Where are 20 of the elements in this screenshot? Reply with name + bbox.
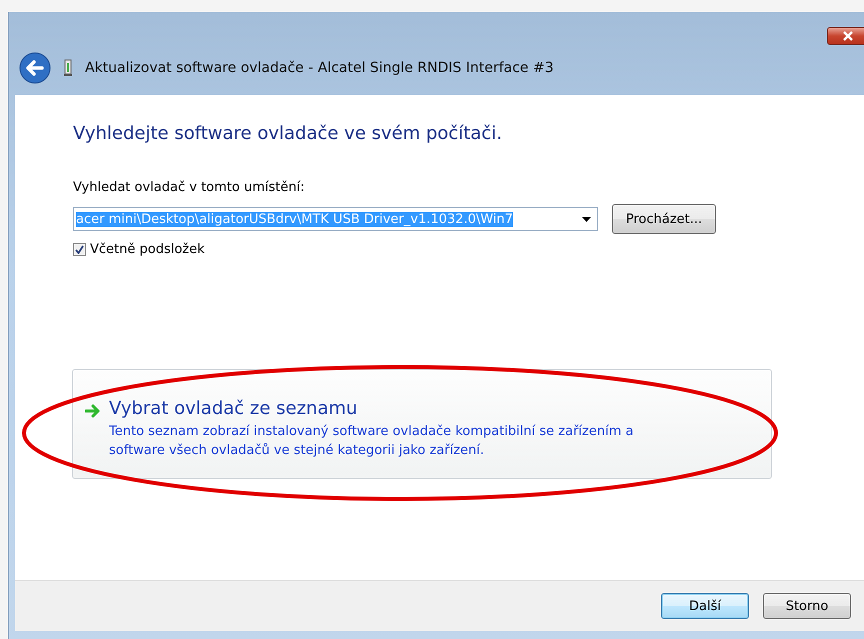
pick-driver-option[interactable]: Vybrat ovladač ze seznamu Tento seznam zobrazí instalovaný software ovladače kompatibilní se zařízením a software všech ovladačů ve stejné kategorii jako zařízení. — [72, 369, 772, 479]
include-subfolders-checkbox[interactable]: Včetně podsložek — [73, 242, 864, 257]
checkbox-label: Včetně podsložek — [90, 242, 205, 257]
location-label: Vyhledat ovladač v tomto umístění: — [73, 180, 306, 195]
window-title: Aktualizovat software ovladače - Alcatel Single RNDIS Interface #3 — [85, 60, 554, 76]
back-button[interactable] — [19, 52, 51, 84]
cancel-button[interactable]: Storno — [763, 593, 851, 619]
next-button[interactable]: Další — [661, 593, 749, 619]
page-heading: Vyhledejte software ovladače ve svém počítači. — [73, 123, 504, 144]
option-description: Tento seznam zobrazí instalovaný software ovladače kompatibilní se zařízením a software všech ovladačů ve stejné kategorii jako zařízení. — [109, 423, 634, 460]
arrow-right-icon — [85, 404, 101, 418]
checkmark-icon — [75, 245, 84, 254]
location-path: acer mini\Desktop\aligatorUSBdrv\MTK USB Driver_v1.1032.0\Win7 — [76, 212, 514, 226]
browse-button[interactable]: Procházet... — [612, 204, 716, 234]
device-icon — [63, 59, 73, 77]
checkbox[interactable] — [73, 243, 86, 256]
close-button[interactable] — [827, 27, 864, 45]
option-title: Vybrat ovladač ze seznamu — [109, 398, 358, 419]
close-icon — [842, 31, 854, 41]
dropdown-caret-icon — [582, 216, 591, 222]
